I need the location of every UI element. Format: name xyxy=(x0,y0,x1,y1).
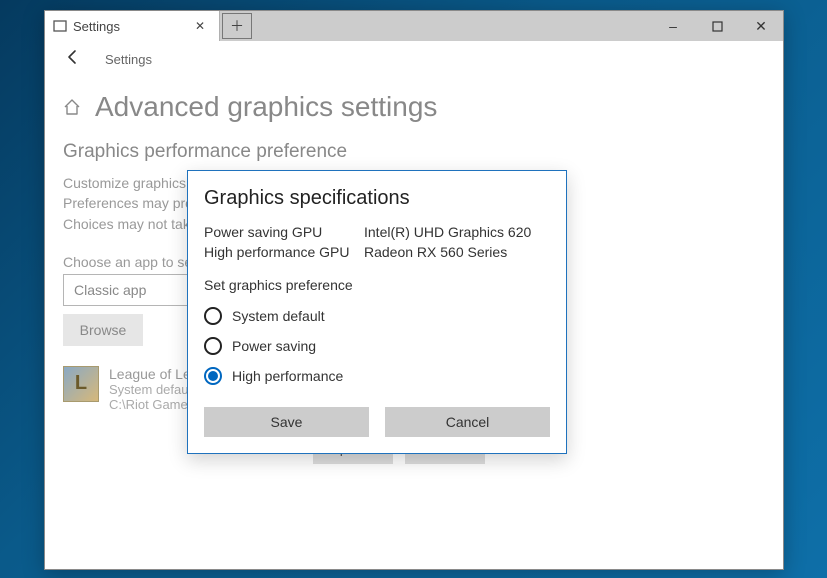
radio-icon xyxy=(204,367,222,385)
titlebar: Settings ✕ ＋ – ✕ xyxy=(45,11,783,41)
new-tab-button[interactable]: ＋ xyxy=(222,13,252,39)
radio-label: Power saving xyxy=(232,338,316,354)
back-button[interactable] xyxy=(59,45,87,74)
tab-settings[interactable]: Settings ✕ xyxy=(45,11,220,41)
minimize-button[interactable]: – xyxy=(651,11,695,41)
high-performance-gpu-value: Radeon RX 560 Series xyxy=(364,242,507,262)
cancel-button[interactable]: Cancel xyxy=(385,407,550,437)
radio-icon xyxy=(204,337,222,355)
maximize-button[interactable] xyxy=(695,11,739,41)
page-title: Advanced graphics settings xyxy=(95,91,437,123)
radio-system-default[interactable]: System default xyxy=(204,301,550,331)
tab-close-icon[interactable]: ✕ xyxy=(191,17,209,35)
set-preference-label: Set graphics preference xyxy=(204,277,550,293)
window-controls: – ✕ xyxy=(651,11,783,41)
radio-power-saving[interactable]: Power saving xyxy=(204,331,550,361)
save-button[interactable]: Save xyxy=(204,407,369,437)
power-saving-gpu-label: Power saving GPU xyxy=(204,222,354,242)
tab-label: Settings xyxy=(73,19,191,34)
radio-icon xyxy=(204,307,222,325)
nav-row: Settings xyxy=(45,41,783,77)
browse-button[interactable]: Browse xyxy=(63,314,143,346)
app-icon: L xyxy=(63,366,99,402)
settings-tab-icon xyxy=(53,19,67,33)
app-type-value: Classic app xyxy=(74,282,146,298)
high-performance-gpu-label: High performance GPU xyxy=(204,242,354,262)
close-window-button[interactable]: ✕ xyxy=(739,11,783,41)
radio-label: System default xyxy=(232,308,325,324)
radio-label: High performance xyxy=(232,368,343,384)
radio-high-performance[interactable]: High performance xyxy=(204,361,550,391)
breadcrumb[interactable]: Settings xyxy=(105,52,152,67)
power-saving-gpu-value: Intel(R) UHD Graphics 620 xyxy=(364,222,531,242)
dialog-title: Graphics specifications xyxy=(204,187,550,210)
home-icon[interactable] xyxy=(63,98,81,116)
section-heading: Graphics performance preference xyxy=(63,141,765,163)
graphics-specifications-dialog: Graphics specifications Power saving GPU… xyxy=(187,170,567,454)
